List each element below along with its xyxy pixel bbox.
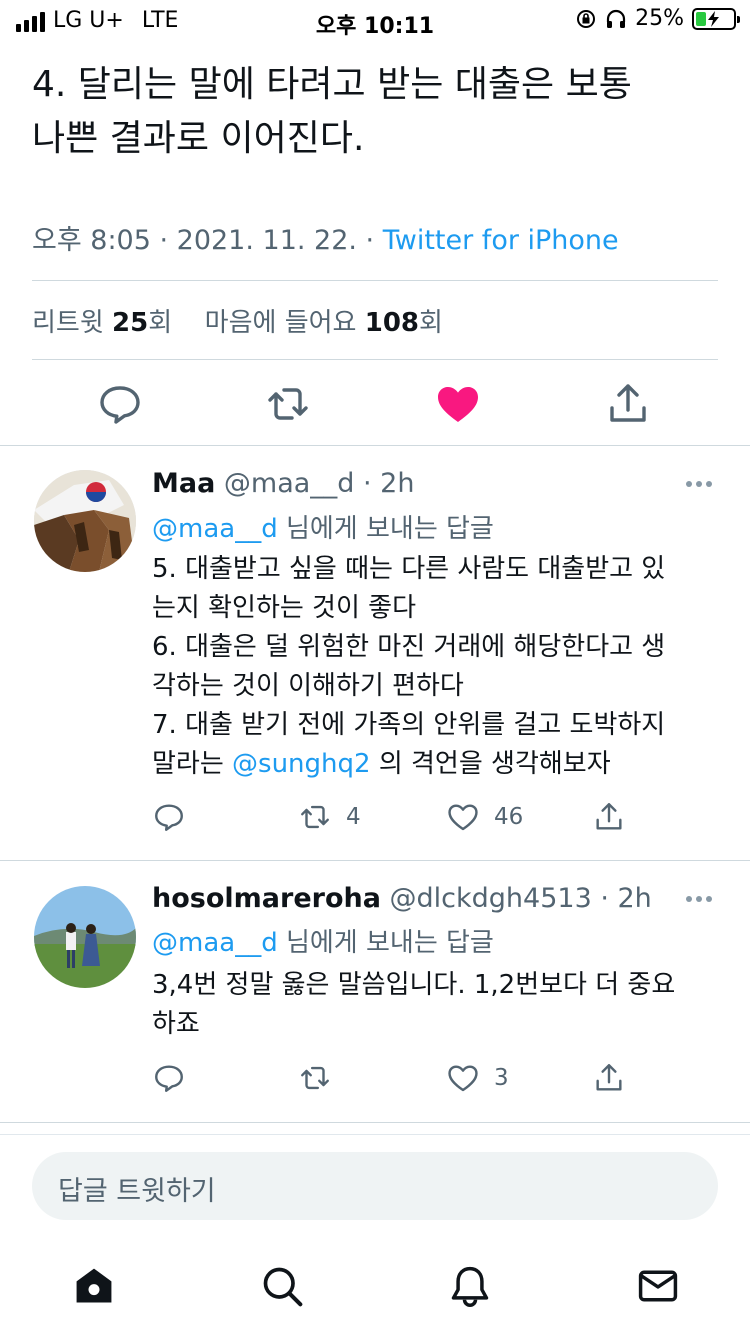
status-bar: LG U+ LTE 오후 10:11 25% [0, 0, 750, 40]
avatar[interactable] [34, 470, 136, 572]
reply-line: 하죠 [152, 1009, 200, 1039]
display-name[interactable]: Maa [152, 468, 215, 499]
retweets-stat[interactable]: 리트윗 25회 [32, 308, 172, 338]
retweets-count: 25 [112, 308, 149, 338]
likes-unit: 회 [419, 308, 443, 338]
retweet-icon [301, 1066, 329, 1090]
mention-link[interactable]: @sunghq2 [232, 749, 371, 779]
like-count: 46 [494, 804, 524, 830]
retweet-icon[interactable] [264, 380, 312, 428]
replying-suffix: 님에게 보내는 답글 [277, 928, 494, 958]
tweet-text-line: 4. 달리는 말에 타려고 받는 대출은 보통 [32, 64, 632, 105]
reply-compose-input[interactable]: 답글 트윗하기 [32, 1152, 718, 1220]
search-icon[interactable] [260, 1264, 304, 1308]
tweet-stats: 리트윗 25회 마음에 들어요 108회 [32, 302, 443, 339]
like-filled-icon[interactable] [434, 380, 482, 428]
handle-time: @maa__d · 2h [223, 468, 415, 499]
tweet-source-link[interactable]: Twitter for iPhone [383, 225, 619, 256]
replying-suffix: 님에게 보내는 답글 [277, 514, 494, 544]
battery-percent: 25% [635, 6, 684, 31]
reply-line-suffix: 의 격언을 생각해보자 [370, 749, 611, 779]
reply-header: Maa @maa__d · 2h [152, 468, 414, 499]
avatar[interactable] [34, 886, 136, 988]
notifications-icon[interactable] [448, 1264, 492, 1308]
retweets-unit: 회 [148, 308, 173, 338]
reply-line: 는지 확인하는 것이 좋다 [152, 593, 416, 623]
retweets-label: 리트윗 [32, 308, 113, 338]
handle-time: @dlckdgh4513 · 2h [389, 883, 652, 914]
retweet-button[interactable]: 4 [298, 800, 361, 834]
reply-line: 5. 대출받고 싶을 때는 다른 사람도 대출받고 있 [152, 554, 666, 584]
mention-link[interactable]: @maa__d [152, 928, 278, 958]
rotation-lock-icon [577, 9, 596, 28]
more-options-icon[interactable] [686, 481, 716, 491]
share-icon [596, 1064, 622, 1091]
reply-line: 3,4번 정말 옳은 말씀입니다. 1,2번보다 더 중요 [152, 970, 676, 1000]
divider [0, 1134, 750, 1135]
tweet-text: 4. 달리는 말에 타려고 받는 대출은 보통 나쁜 결과로 이어진다. [32, 58, 722, 166]
divider [0, 1122, 750, 1123]
reply-line-prefix: 말라는 [152, 749, 233, 779]
share-button[interactable] [592, 1061, 626, 1095]
like-count: 3 [494, 1065, 509, 1091]
divider [32, 280, 718, 281]
like-icon [448, 1065, 478, 1092]
reply-compose-placeholder: 답글 트윗하기 [58, 1176, 216, 1207]
reply-button[interactable] [152, 800, 186, 834]
share-icon[interactable] [604, 380, 652, 428]
divider [0, 445, 750, 446]
battery-icon [692, 7, 740, 30]
reply-line: 각하는 것이 이해하기 편하다 [152, 671, 464, 701]
retweet-icon [301, 805, 329, 829]
tweet-text-line: 나쁜 결과로 이어진다. [32, 118, 365, 159]
more-options-icon[interactable] [686, 896, 716, 906]
retweet-button[interactable] [298, 1061, 346, 1095]
replying-to: @maa__d 님에게 보내는 답글 [152, 508, 494, 545]
tweet-timestamp: 오후 8:05 · 2021. 11. 22. · [32, 225, 383, 256]
reply-text: 3,4번 정말 옳은 말씀입니다. 1,2번보다 더 중요 하죠 [152, 966, 712, 1044]
likes-stat[interactable]: 마음에 들어요 108회 [205, 308, 443, 338]
home-icon[interactable] [72, 1264, 116, 1308]
like-button[interactable]: 3 [446, 1061, 509, 1095]
reply-line: 말라는 @sunghq2 의 격언을 생각해보자 [152, 745, 712, 784]
reply-line: 6. 대출은 덜 위험한 마진 거래에 해당한다고 생 [152, 632, 666, 662]
likes-count: 108 [364, 308, 420, 338]
display-name[interactable]: hosolmareroha [152, 883, 381, 914]
reply-button[interactable] [152, 1061, 186, 1095]
reply-icon [155, 804, 183, 831]
reply-icon [155, 1065, 183, 1092]
like-button[interactable]: 46 [446, 800, 523, 834]
reply-line: 7. 대출 받기 전에 가족의 안위를 걸고 도박하지 [152, 710, 666, 740]
divider [32, 359, 718, 360]
reply-icon[interactable] [96, 380, 144, 428]
reply-header: hosolmareroha @dlckdgh4513 · 2h [152, 883, 652, 914]
divider [0, 860, 750, 861]
reply-text: 5. 대출받고 싶을 때는 다른 사람도 대출받고 있 는지 확인하는 것이 좋… [152, 550, 712, 784]
share-button[interactable] [592, 800, 626, 834]
headphones-icon [606, 9, 626, 28]
likes-label: 마음에 들어요 [204, 308, 365, 338]
replying-to: @maa__d 님에게 보내는 답글 [152, 922, 494, 959]
messages-icon[interactable] [636, 1264, 680, 1308]
retweet-count: 4 [346, 804, 361, 830]
like-icon [448, 804, 478, 831]
mention-link[interactable]: @maa__d [152, 514, 278, 544]
tweet-meta: 오후 8:05 · 2021. 11. 22. · Twitter for iP… [32, 218, 619, 257]
share-icon [596, 803, 622, 830]
